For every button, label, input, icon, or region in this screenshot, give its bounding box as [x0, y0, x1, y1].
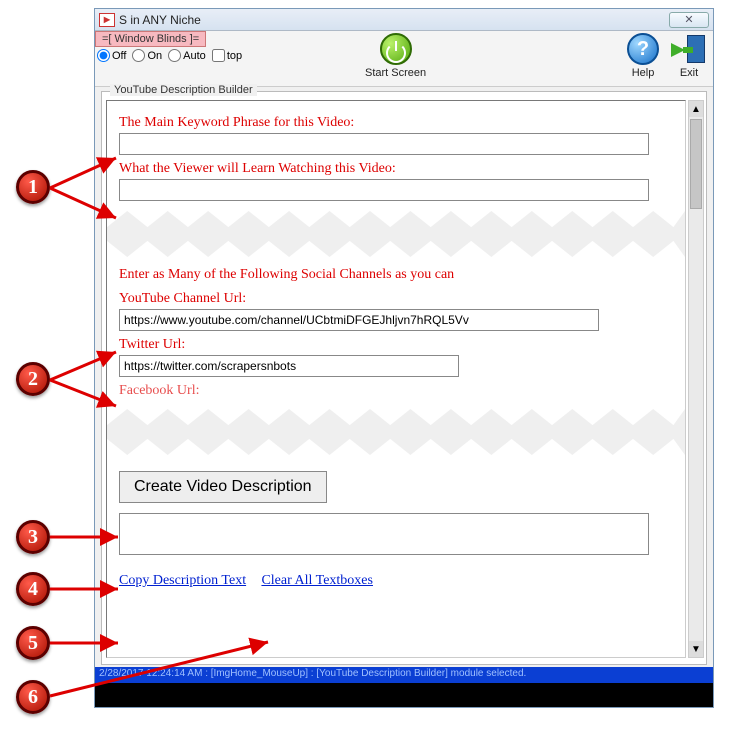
radio-auto-input[interactable] — [168, 49, 181, 62]
vertical-scrollbar[interactable]: ▲ ▼ — [688, 100, 704, 658]
annotation-badge-5: 5 — [16, 626, 50, 660]
radio-off[interactable]: Off — [97, 49, 126, 62]
label-facebook-url: Facebook Url: — [119, 383, 673, 399]
window-title: S in ANY Niche — [119, 13, 669, 27]
titlebar: ▶ S in ANY Niche ✕ — [95, 9, 713, 31]
label-twitter-url: Twitter Url: — [119, 337, 673, 353]
radio-on-label: On — [147, 50, 162, 62]
annotation-badge-2: 2 — [16, 362, 50, 396]
start-screen-button[interactable]: Start Screen — [365, 33, 426, 79]
close-icon: ✕ — [684, 13, 693, 26]
radio-on-input[interactable] — [132, 49, 145, 62]
chk-top[interactable]: top — [212, 49, 242, 62]
window-close-button[interactable]: ✕ — [669, 12, 709, 28]
label-main-keyword: The Main Keyword Phrase for this Video: — [119, 115, 673, 131]
exit-label: Exit — [680, 67, 698, 79]
section-divider-2 — [107, 409, 685, 455]
scroll-thumb[interactable] — [690, 119, 702, 209]
bottom-black-bar — [95, 683, 713, 707]
label-viewer-learn: What the Viewer will Learn Watching this… — [119, 161, 673, 177]
annotation-badge-6: 6 — [16, 680, 50, 714]
exit-button[interactable]: Exit — [673, 33, 705, 79]
scroll-down-button[interactable]: ▼ — [689, 641, 703, 657]
toolbar: Start Screen ? Help Exit — [275, 33, 705, 79]
label-youtube-url: YouTube Channel Url: — [119, 291, 673, 307]
link-copy-description[interactable]: Copy Description Text — [119, 573, 246, 588]
exit-icon — [673, 33, 705, 65]
radio-off-input[interactable] — [97, 49, 110, 62]
annotation-badge-4: 4 — [16, 572, 50, 606]
annotation-badge-3: 3 — [16, 520, 50, 554]
create-description-button[interactable]: Create Video Description — [119, 471, 327, 503]
section-divider — [107, 211, 685, 257]
link-clear-textboxes[interactable]: Clear All Textboxes — [261, 573, 373, 588]
blinds-radio-row: Off On Auto top — [97, 49, 242, 62]
top-strip: =[ Window Blinds ]= Off On Auto top Star… — [95, 31, 713, 87]
scroll-up-button[interactable]: ▲ — [689, 101, 703, 117]
annotation-badge-1: 1 — [16, 170, 50, 204]
app-window: ▶ S in ANY Niche ✕ =[ Window Blinds ]= O… — [94, 8, 714, 708]
description-builder-group: YouTube Description Builder ▲ ▼ The Main… — [101, 91, 707, 665]
radio-auto[interactable]: Auto — [168, 49, 206, 62]
chk-top-label: top — [227, 50, 242, 62]
label-social-intro: Enter as Many of the Following Social Ch… — [119, 267, 673, 283]
help-button[interactable]: ? Help — [627, 33, 659, 79]
radio-auto-label: Auto — [183, 50, 206, 62]
chk-top-input[interactable] — [212, 49, 225, 62]
link-row: Copy Description Text Clear All Textboxe… — [119, 573, 673, 589]
radio-off-label: Off — [112, 50, 126, 62]
start-screen-label: Start Screen — [365, 67, 426, 79]
power-icon — [380, 33, 412, 65]
help-icon: ? — [627, 33, 659, 65]
input-main-keyword[interactable] — [119, 133, 649, 155]
input-youtube-url[interactable] — [119, 309, 599, 331]
youtube-icon: ▶ — [99, 13, 115, 27]
output-textarea[interactable] — [119, 513, 649, 555]
scroll-content: The Main Keyword Phrase for this Video: … — [106, 100, 686, 658]
radio-on[interactable]: On — [132, 49, 162, 62]
help-label: Help — [632, 67, 655, 79]
input-twitter-url[interactable] — [119, 355, 459, 377]
groupbox-title: YouTube Description Builder — [110, 84, 257, 96]
window-blinds-tab[interactable]: =[ Window Blinds ]= — [95, 31, 206, 47]
status-bar: 2/28/2017 12:24:14 AM : [ImgHome_MouseUp… — [95, 667, 713, 683]
input-viewer-learn[interactable] — [119, 179, 649, 201]
